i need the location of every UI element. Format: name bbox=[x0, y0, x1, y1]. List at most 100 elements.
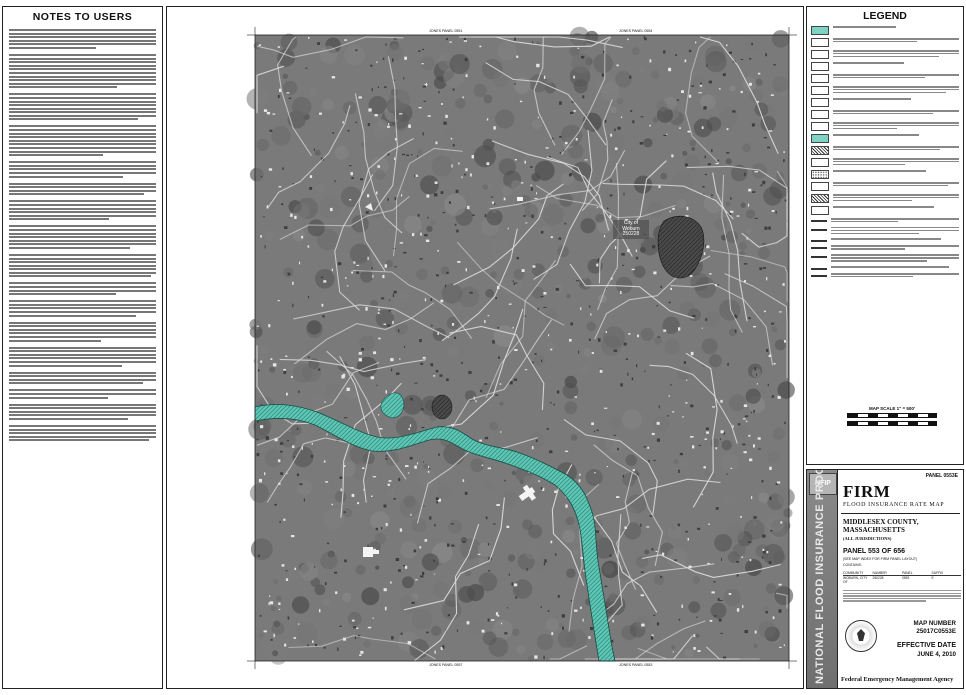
legend-row bbox=[811, 245, 959, 251]
notes-text-line bbox=[9, 46, 97, 49]
notes-text-line bbox=[9, 111, 156, 114]
notes-text-line bbox=[9, 424, 156, 427]
notes-text-line bbox=[9, 129, 156, 132]
notes-text-line bbox=[9, 236, 156, 239]
legend-symbol bbox=[811, 62, 829, 71]
legend-symbol bbox=[811, 220, 827, 222]
notes-text-line bbox=[9, 246, 130, 249]
notes-text-line bbox=[9, 410, 156, 413]
legend-text-line bbox=[831, 265, 949, 268]
legend-text-line bbox=[831, 218, 959, 220]
cell-panel: 0553 bbox=[902, 576, 910, 580]
legend-text-line bbox=[833, 163, 905, 166]
notes-title: NOTES TO USERS bbox=[32, 11, 133, 23]
notes-text-line bbox=[9, 264, 156, 267]
notes-text-line bbox=[9, 43, 156, 46]
legend-symbol bbox=[811, 74, 829, 83]
notes-text-line bbox=[9, 164, 156, 167]
notes-text-line bbox=[9, 211, 156, 214]
notes-text-line bbox=[9, 396, 108, 399]
legend-text-line bbox=[831, 232, 920, 235]
cell-number: 250228 bbox=[872, 576, 884, 580]
legend-text-line bbox=[833, 148, 941, 151]
county-name: MIDDLESEX COUNTY, MASSACHUSETTS bbox=[843, 518, 919, 534]
col-panel: PANEL bbox=[902, 571, 913, 575]
notes-text-line bbox=[9, 79, 156, 82]
legend-row bbox=[811, 122, 959, 131]
legend-text-line bbox=[833, 122, 959, 124]
notes-text-line bbox=[9, 332, 156, 335]
legend-row bbox=[811, 254, 959, 263]
contains-label: CONTAINS: bbox=[843, 563, 862, 567]
legend-text-line bbox=[831, 238, 942, 241]
effective-date: JUNE 4, 2010 bbox=[917, 651, 956, 658]
legend-text-line bbox=[833, 160, 959, 163]
notes-text-line bbox=[9, 289, 156, 292]
panel-label-bottom-1: JONES PANEL 0557 bbox=[429, 663, 463, 667]
notes-text-line bbox=[9, 228, 156, 231]
dhs-seal bbox=[845, 620, 877, 652]
notes-text-line bbox=[9, 243, 156, 246]
legend-text-line bbox=[831, 226, 959, 229]
legend-symbol bbox=[811, 26, 829, 35]
legend-text-line bbox=[833, 134, 919, 136]
legend-panel: LEGEND MAP SCALE 1" = 500' bbox=[806, 6, 964, 465]
notes-text-line bbox=[9, 346, 156, 349]
aerial-imagery[interactable] bbox=[167, 7, 803, 688]
legend-row bbox=[811, 238, 959, 243]
legend-text-line bbox=[833, 124, 959, 127]
notes-text-line bbox=[9, 207, 156, 210]
notes-text-line bbox=[9, 175, 124, 178]
notes-text-line bbox=[9, 143, 156, 146]
legend-row bbox=[811, 170, 959, 179]
notes-text-line bbox=[9, 154, 103, 157]
legend-text-line bbox=[833, 38, 959, 40]
notes-text-line bbox=[9, 253, 156, 256]
legend-text-line bbox=[833, 127, 898, 130]
effective-date-label: EFFECTIVE DATE bbox=[897, 642, 956, 649]
title-block-content: PANEL 0553E FIRM FLOOD INSURANCE RATE MA… bbox=[841, 470, 961, 688]
notes-text-line bbox=[9, 435, 156, 438]
notes-text-line bbox=[9, 125, 156, 128]
legend-text-line bbox=[831, 245, 959, 248]
map-frame[interactable]: JONES PANEL 0551 JONES PANEL 0554 JONES … bbox=[166, 6, 884, 689]
legend-row bbox=[811, 134, 959, 143]
title-block: NFIP NATIONAL FLOOD INSURANCE PROGRAM PA… bbox=[806, 469, 964, 689]
notes-text-line bbox=[9, 325, 156, 328]
legend-row bbox=[811, 38, 959, 47]
notes-text-line bbox=[9, 336, 156, 338]
legend-row bbox=[811, 74, 959, 83]
firm-subtitle: FLOOD INSURANCE RATE MAP bbox=[843, 502, 945, 508]
legend-symbol bbox=[811, 98, 829, 107]
notes-text-line bbox=[9, 139, 156, 142]
legend-text-line bbox=[833, 26, 896, 28]
notes-text-line bbox=[9, 132, 156, 135]
panel-label-top-2: JONES PANEL 0554 bbox=[619, 29, 653, 33]
notes-panel: NOTES TO USERS bbox=[2, 6, 163, 689]
legend-row bbox=[811, 272, 959, 279]
legend-text-line bbox=[831, 220, 898, 223]
title-block-note bbox=[843, 590, 961, 603]
legend-text-line bbox=[833, 196, 959, 199]
col-suffix: SUFFIX bbox=[931, 571, 944, 575]
notes-text-line bbox=[9, 360, 156, 363]
notes-text-line bbox=[9, 268, 156, 271]
notes-text-line bbox=[9, 275, 151, 278]
notes-text-line bbox=[9, 71, 156, 74]
legend-text-line bbox=[831, 254, 959, 256]
legend-text-line bbox=[833, 199, 913, 202]
legend-text-line bbox=[833, 194, 959, 196]
notes-text-line bbox=[9, 414, 156, 417]
legend-text-line bbox=[833, 40, 918, 43]
legend-text-line bbox=[833, 91, 947, 94]
legend-symbol bbox=[811, 110, 829, 119]
notes-text-line bbox=[9, 257, 156, 260]
notes-text-line bbox=[9, 86, 118, 89]
legend-symbol bbox=[811, 182, 829, 191]
notes-text-line bbox=[9, 432, 156, 435]
notes-text-line bbox=[9, 147, 156, 150]
notes-text-line bbox=[9, 32, 156, 35]
notes-text-line bbox=[9, 150, 156, 153]
notes-text-line bbox=[9, 218, 110, 221]
notes-text-line bbox=[9, 189, 156, 192]
